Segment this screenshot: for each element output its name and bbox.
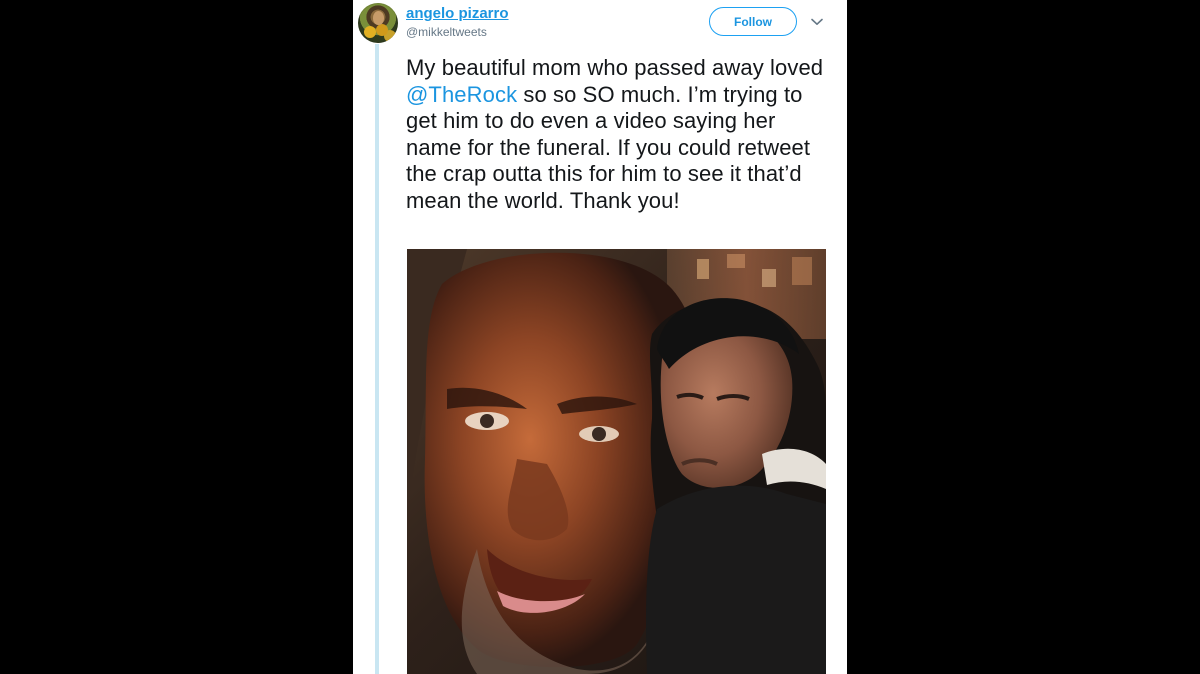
photo-illustration: [407, 249, 826, 674]
tweet-photo[interactable]: [407, 249, 826, 674]
chevron-down-icon[interactable]: [810, 15, 824, 29]
screenshot-stage: angelo pizarro @mikkeltweets Follow My b…: [0, 0, 1200, 674]
mention-link[interactable]: @TheRock: [406, 82, 517, 107]
chevron-down-glyph: [811, 18, 823, 25]
tweet-text: My beautiful mom who passed away loved @…: [406, 55, 832, 215]
author-handle[interactable]: @mikkeltweets: [406, 25, 487, 39]
follow-button[interactable]: Follow: [709, 7, 797, 36]
tweet-text-before: My beautiful mom who passed away loved: [406, 55, 824, 80]
avatar[interactable]: [358, 3, 398, 43]
author-display-name[interactable]: angelo pizarro: [406, 5, 509, 22]
thread-line: [375, 44, 379, 674]
